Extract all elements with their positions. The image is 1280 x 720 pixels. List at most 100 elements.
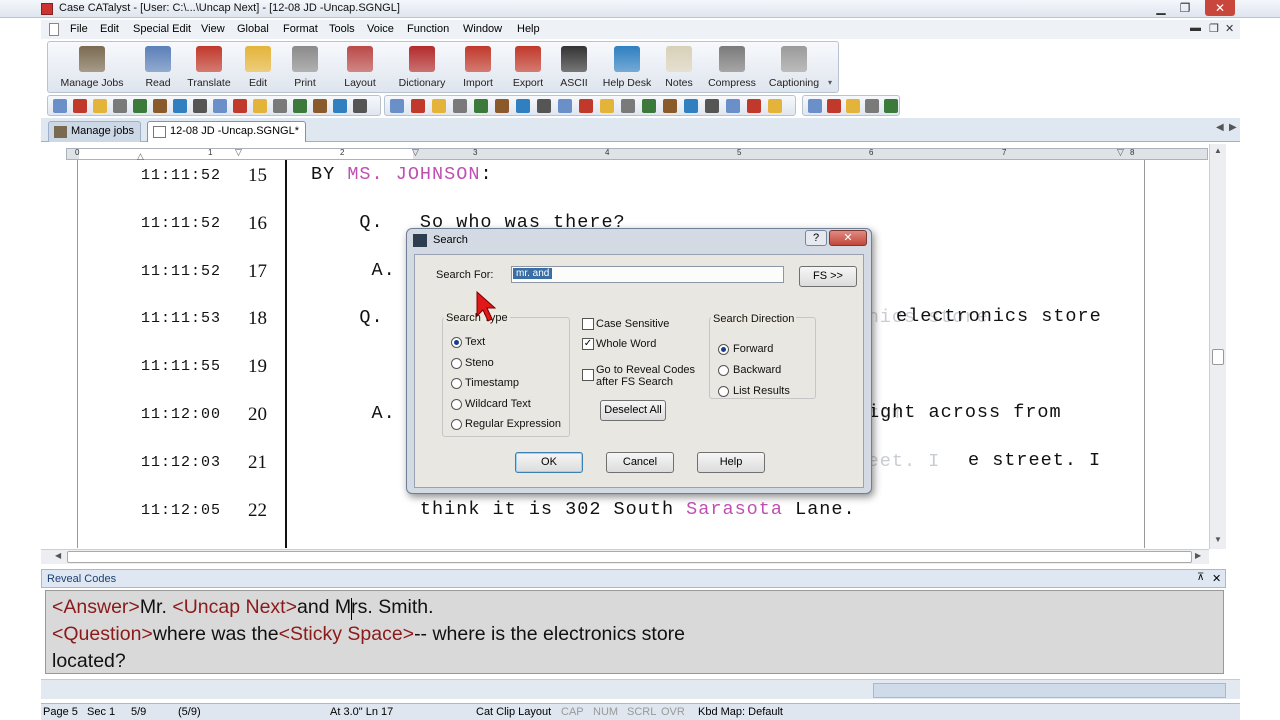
edit-button[interactable]: Edit (238, 42, 278, 92)
extra-tool-icon[interactable] (884, 99, 898, 113)
menu-voice[interactable]: Voice (367, 23, 394, 35)
print-button[interactable]: Print (285, 42, 325, 92)
menu-format[interactable]: Format (283, 23, 318, 35)
horizontal-scroll-thumb[interactable] (67, 551, 1192, 563)
search-for-input[interactable]: mr. and (511, 266, 784, 283)
dictionary-button[interactable]: Dictionary (392, 42, 452, 92)
search-type-radio[interactable] (451, 398, 462, 410)
ok-button[interactable]: OK (515, 452, 583, 473)
captioning-button[interactable]: Captioning (764, 42, 824, 92)
format-tool-icon[interactable] (768, 99, 782, 113)
deselect-all-button[interactable]: Deselect All (600, 400, 666, 421)
format-tool-icon[interactable] (411, 99, 425, 113)
format-tool-icon[interactable] (558, 99, 572, 113)
manage-jobs-button[interactable]: Manage Jobs (54, 42, 130, 92)
search-type-radio[interactable] (451, 337, 462, 348)
format-tool-icon[interactable] (495, 99, 509, 113)
format-tool-icon[interactable] (432, 99, 446, 113)
edit-tool-icon[interactable] (193, 99, 207, 113)
case-sensitive-checkbox[interactable] (582, 318, 594, 330)
pin-icon[interactable]: ⊼ (1197, 572, 1204, 583)
edit-tool-icon[interactable] (93, 99, 107, 113)
mdi-minimize-button[interactable]: ▬ (1190, 22, 1201, 34)
compress-button[interactable]: Compress (706, 42, 758, 92)
format-tool-icon[interactable] (537, 99, 551, 113)
edit-tool-icon[interactable] (113, 99, 127, 113)
edit-tool-icon[interactable] (133, 99, 147, 113)
maximize-button[interactable]: ❐ (1174, 0, 1196, 16)
format-tool-icon[interactable] (474, 99, 488, 113)
mdi-restore-button[interactable]: ❐ (1209, 22, 1219, 35)
search-direction-radio[interactable] (718, 344, 729, 355)
scroll-right-icon[interactable]: ▶ (1195, 551, 1201, 560)
search-direction-radio[interactable] (718, 365, 729, 376)
lower-scroll-area[interactable] (873, 683, 1226, 698)
tab-marker-icon[interactable]: ▽ (235, 147, 242, 158)
import-button[interactable]: Import (456, 42, 500, 92)
edit-tool-icon[interactable] (353, 99, 367, 113)
horizontal-ruler[interactable]: 012345678 △ ▽ ▽ ▽ (66, 147, 1208, 161)
edit-tool-icon[interactable] (233, 99, 247, 113)
format-tool-icon[interactable] (579, 99, 593, 113)
scroll-down-icon[interactable]: ▼ (1214, 535, 1222, 544)
mdi-close-button[interactable]: ✕ (1225, 22, 1234, 35)
edit-tool-icon[interactable] (173, 99, 187, 113)
tab-scroll-right-icon[interactable]: ▶ (1229, 122, 1237, 133)
format-tool-icon[interactable] (663, 99, 677, 113)
whole-word-checkbox[interactable]: ✓ (582, 338, 594, 350)
format-tool-icon[interactable] (726, 99, 740, 113)
app-icon[interactable] (41, 3, 53, 15)
format-tool-icon[interactable] (621, 99, 635, 113)
translate-button[interactable]: Translate (184, 42, 234, 92)
menu-file[interactable]: File (70, 23, 88, 35)
edit-tool-icon[interactable] (273, 99, 287, 113)
scroll-left-icon[interactable]: ◀ (55, 551, 61, 560)
reveal-codes-checkbox[interactable] (582, 369, 594, 381)
close-window-button[interactable]: ✕ (1205, 0, 1235, 16)
edit-tool-icon[interactable] (153, 99, 167, 113)
edit-tool-icon[interactable] (253, 99, 267, 113)
fs-button[interactable]: FS >> (799, 266, 857, 287)
right-margin-marker-icon[interactable]: ▽ (1117, 147, 1124, 158)
menu-global[interactable]: Global (237, 23, 269, 35)
scroll-up-icon[interactable]: ▲ (1214, 146, 1222, 155)
help-desk-button[interactable]: Help Desk (600, 42, 654, 92)
format-tool-icon[interactable] (453, 99, 467, 113)
menu-window[interactable]: Window (463, 23, 502, 35)
edit-tool-icon[interactable] (213, 99, 227, 113)
menu-function[interactable]: Function (407, 23, 449, 35)
layout-button[interactable]: Layout (338, 42, 382, 92)
search-type-radio[interactable] (451, 378, 462, 389)
tab-scroll-left-icon[interactable]: ◀ (1216, 122, 1224, 133)
menu-tools[interactable]: Tools (329, 23, 355, 35)
format-tool-icon[interactable] (516, 99, 530, 113)
dialog-help-button[interactable]: ? (805, 230, 827, 246)
format-tool-icon[interactable] (705, 99, 719, 113)
edit-tool-icon[interactable] (73, 99, 87, 113)
search-type-radio[interactable] (451, 419, 462, 430)
extra-tool-icon[interactable] (808, 99, 822, 113)
dialog-close-button[interactable]: ✕ (829, 230, 867, 246)
search-direction-radio[interactable] (718, 386, 729, 397)
tab-marker-icon[interactable]: ▽ (412, 147, 419, 158)
format-tool-icon[interactable] (747, 99, 761, 113)
horizontal-scrollbar[interactable]: ◀ ▶ (41, 549, 1209, 564)
tab-manage-jobs[interactable]: Manage jobs (48, 121, 141, 142)
notes-button[interactable]: Notes (659, 42, 699, 92)
reveal-codes-pane[interactable]: <Answer>Mr. <Uncap Next>and Mrs. Smith. … (45, 590, 1224, 674)
export-button[interactable]: Export (506, 42, 550, 92)
menu-special-edit[interactable]: Special Edit (133, 23, 191, 35)
transcript-line[interactable]: think it is 302 South Sarasota Lane. (311, 499, 856, 520)
extra-tool-icon[interactable] (865, 99, 879, 113)
transcript-line[interactable]: BY MS. JOHNSON: (311, 164, 493, 185)
vertical-scroll-thumb[interactable] (1212, 349, 1224, 365)
edit-tool-icon[interactable] (293, 99, 307, 113)
help-button[interactable]: Help (697, 452, 765, 473)
menu-view[interactable]: View (201, 23, 225, 35)
edit-tool-icon[interactable] (53, 99, 67, 113)
toolbar-overflow-icon[interactable]: ▾ (828, 78, 832, 87)
menu-help[interactable]: Help (517, 23, 540, 35)
search-type-radio[interactable] (451, 357, 462, 369)
read-button[interactable]: Read (138, 42, 178, 92)
format-tool-icon[interactable] (600, 99, 614, 113)
